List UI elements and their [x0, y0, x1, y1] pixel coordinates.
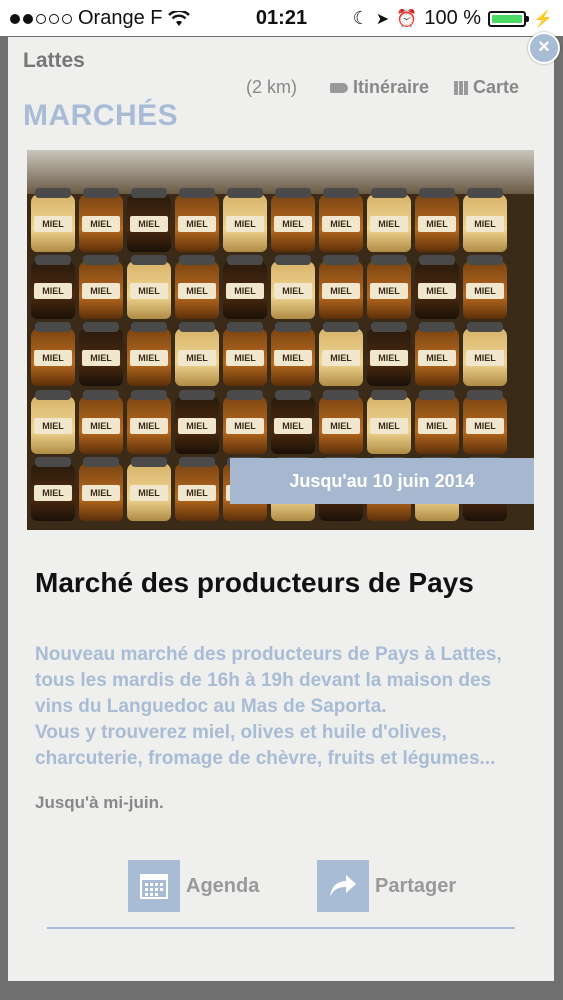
- map-button[interactable]: Carte: [454, 77, 519, 98]
- charging-icon: ⚡: [533, 10, 553, 28]
- battery-icon: [488, 10, 530, 27]
- location-icon: ➤: [375, 10, 390, 28]
- battery-percent: 100 %: [424, 7, 482, 29]
- event-until: Jusqu'à mi-juin.: [35, 793, 164, 812]
- moon-icon: ☾: [352, 8, 369, 28]
- share-label: Partager: [375, 874, 457, 897]
- city-label: Lattes: [23, 49, 85, 72]
- agenda-label: Agenda: [186, 874, 260, 897]
- agenda-button[interactable]: Agenda: [128, 860, 259, 912]
- itinerary-label: Itinéraire: [353, 77, 430, 97]
- status-bar: Orange F 01:21 ☾ ➤ ⏰ 100 % ⚡: [0, 0, 563, 36]
- event-description: Nouveau marché des producteurs de Pays à…: [35, 642, 535, 772]
- description-line: Vous y trouverez miel, olives et huile d…: [35, 722, 447, 743]
- status-right: ☾ ➤ ⏰ 100 % ⚡: [353, 7, 553, 30]
- tag-icon: [330, 82, 348, 93]
- event-photo: Jusqu'au 10 juin 2014: [27, 150, 534, 530]
- calendar-icon: [128, 860, 180, 912]
- event-title: Marché des producteurs de Pays: [35, 567, 474, 598]
- category-title: MARCHÉS: [23, 99, 179, 132]
- description-line: vins du Languedoc au Mas de Saporta.: [35, 696, 387, 717]
- date-badge: Jusqu'au 10 juin 2014: [230, 458, 534, 504]
- description-line: Nouveau marché des producteurs de Pays à…: [35, 644, 502, 665]
- distance-label: (2 km): [246, 77, 297, 97]
- bottom-divider: [47, 927, 515, 929]
- map-label: Carte: [473, 77, 520, 97]
- close-icon[interactable]: ×: [528, 32, 560, 64]
- alarm-icon: ⏰: [396, 8, 418, 28]
- itinerary-button[interactable]: Itinéraire: [330, 77, 429, 98]
- description-line: charcuterie, fromage de chèvre, fruits e…: [35, 748, 496, 769]
- event-detail-panel: Lattes (2 km) Itinéraire Carte MARCHÉS J…: [8, 37, 554, 981]
- share-arrow-icon: [317, 860, 369, 912]
- map-icon: [454, 80, 468, 95]
- share-button[interactable]: Partager: [317, 860, 456, 912]
- description-line: tous les mardis de 16h à 19h devant la m…: [35, 670, 492, 691]
